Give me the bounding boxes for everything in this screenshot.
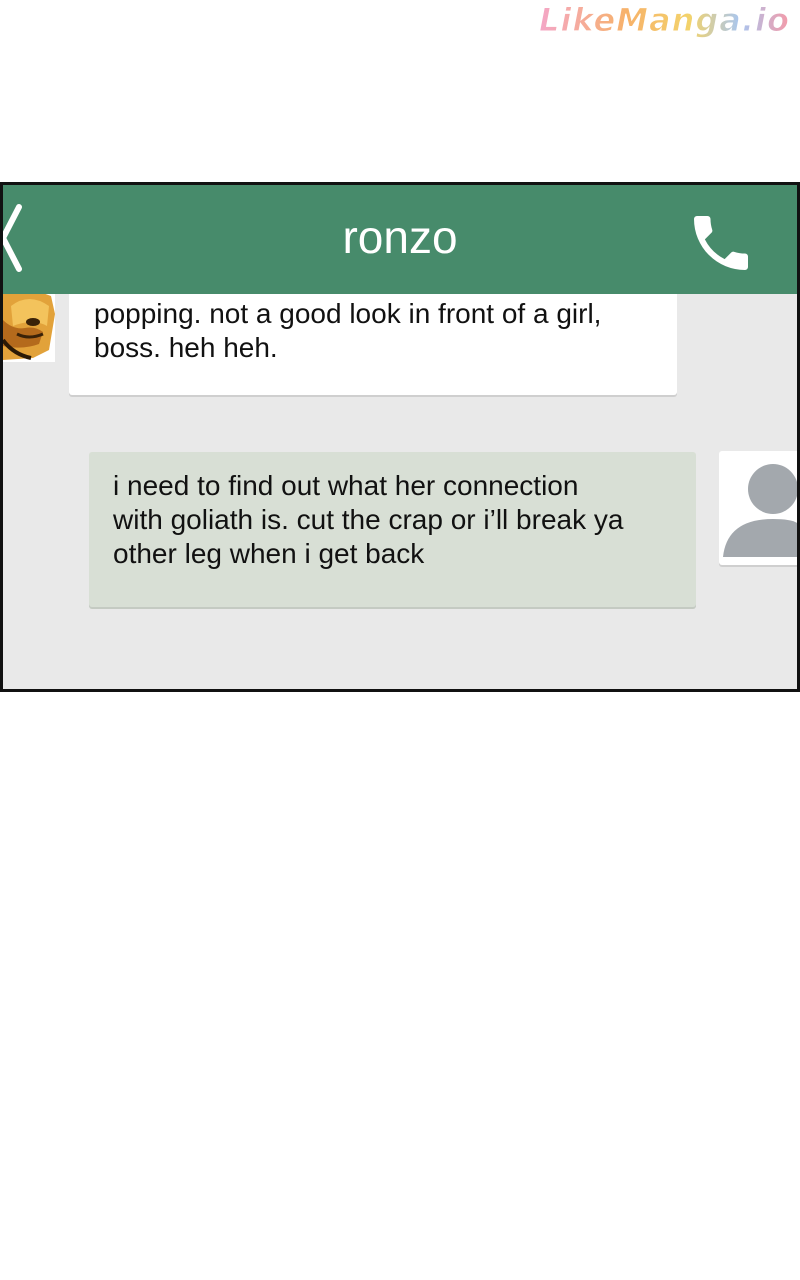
chat-header: ronzo	[3, 185, 797, 294]
message-text: popping. not a good look in front of a g…	[94, 297, 674, 365]
svg-text:LikeManga.io: LikeManga.io	[539, 1, 790, 39]
watermark-logo: LikeManga.io	[538, 1, 790, 40]
message-bubble-outgoing: i need to find out what her connection w…	[89, 452, 696, 607]
site-watermark: LikeManga.io	[524, 0, 794, 40]
message-text: i need to find out what her connection w…	[113, 469, 688, 571]
default-user-icon	[723, 464, 797, 557]
message-line: with goliath is. cut the crap or i’ll br…	[113, 504, 624, 535]
phone-icon[interactable]	[683, 207, 759, 279]
contact-name: ronzo	[342, 211, 458, 263]
message-line: other leg when i get back	[113, 538, 425, 569]
message-line: popping. not a good look in front of a g…	[94, 298, 602, 329]
self-avatar[interactable]	[719, 451, 797, 565]
chat-panel: popping. not a good look in front of a g…	[0, 182, 800, 692]
message-line: i need to find out what her connection	[113, 470, 579, 501]
message-line: boss. heh heh.	[94, 332, 278, 363]
